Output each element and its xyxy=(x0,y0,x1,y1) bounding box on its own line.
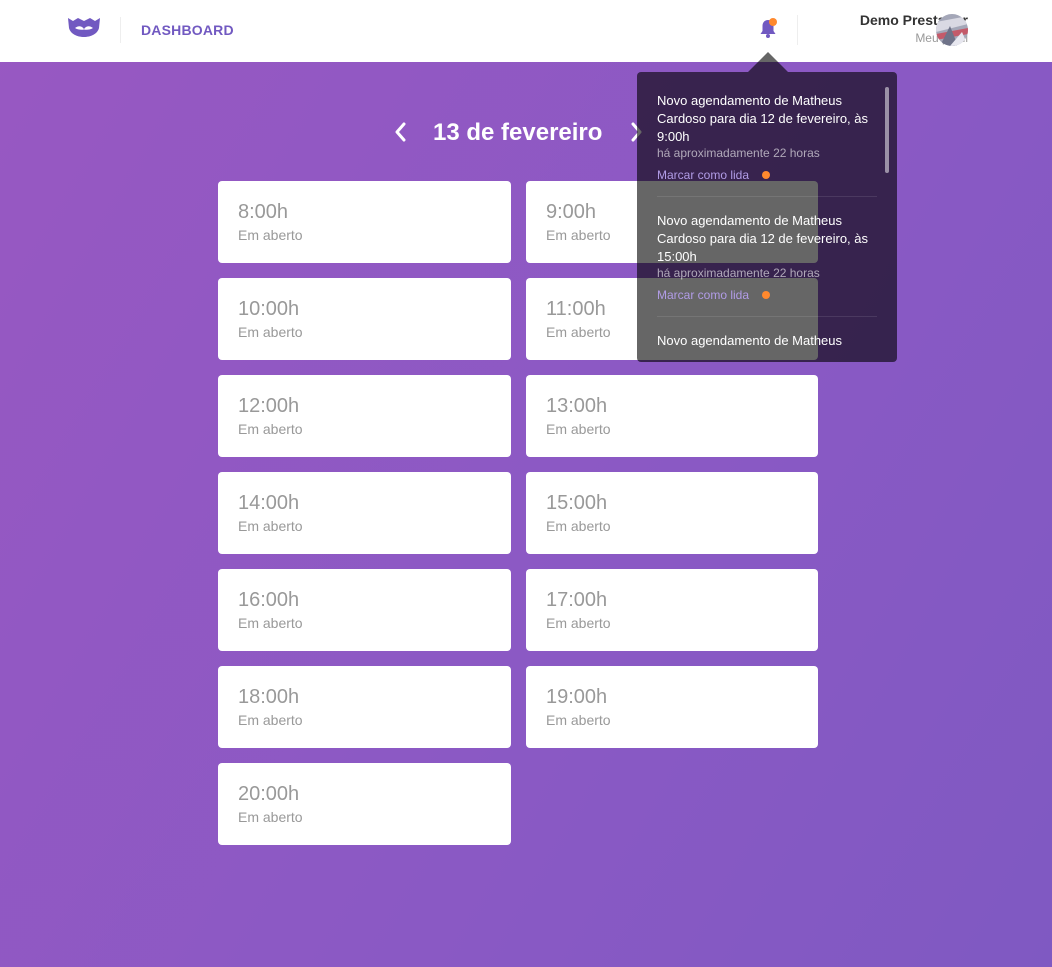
time-slot[interactable]: 19:00h Em aberto xyxy=(526,666,818,748)
time-slot[interactable]: 18:00h Em aberto xyxy=(218,666,511,748)
slot-status: Em aberto xyxy=(238,809,303,825)
notification-text: Novo agendamento de Matheus xyxy=(657,333,843,348)
time-slot[interactable]: 12:00h Em aberto xyxy=(218,375,511,457)
notification-divider xyxy=(657,196,877,197)
time-slot[interactable]: 13:00h Em aberto xyxy=(526,375,818,457)
notification-text: Novo agendamento de Matheus Cardoso para… xyxy=(657,93,869,144)
slot-time: 8:00h xyxy=(238,201,289,223)
slot-status: Em aberto xyxy=(238,518,303,534)
nav-dashboard-link[interactable]: DASHBOARD xyxy=(141,22,234,38)
slot-status: Em aberto xyxy=(238,421,303,437)
avatar[interactable] xyxy=(936,14,968,46)
avatar-image xyxy=(936,14,968,46)
slot-status: Em aberto xyxy=(238,615,303,631)
notification-time: há aproximadamente 22 horas xyxy=(657,146,820,160)
slot-time: 15:00h xyxy=(546,492,608,514)
time-slot[interactable]: 15:00h Em aberto xyxy=(526,472,818,554)
time-slot[interactable]: 14:00h Em aberto xyxy=(218,472,511,554)
header-divider xyxy=(797,15,798,45)
notification-text: Novo agendamento de Matheus Cardoso para… xyxy=(657,213,869,264)
date-navigation: 13 de fevereiro xyxy=(390,114,650,150)
slot-status: Em aberto xyxy=(546,712,611,728)
notification-item: Novo agendamento de Matheus Cardoso para… xyxy=(657,212,877,304)
notifications-button[interactable] xyxy=(756,17,780,41)
slot-time: 16:00h xyxy=(238,589,300,611)
slot-time: 12:00h xyxy=(238,395,300,417)
slot-time: 17:00h xyxy=(546,589,608,611)
popover-arrow xyxy=(748,52,788,72)
notification-divider xyxy=(657,316,877,317)
slot-status: Em aberto xyxy=(238,712,303,728)
time-slot[interactable]: 20:00h Em aberto xyxy=(218,763,511,845)
unread-badge xyxy=(769,18,777,26)
current-date-title: 13 de fevereiro xyxy=(433,119,603,146)
time-slot[interactable]: 17:00h Em aberto xyxy=(526,569,818,651)
chevron-left-icon[interactable] xyxy=(390,117,414,147)
notification-item: Novo agendamento de Matheus Cardoso para… xyxy=(657,92,877,184)
top-header: DASHBOARD Demo Prestador Meu perfil xyxy=(0,0,1052,62)
notification-time: há aproximadamente 22 horas xyxy=(657,266,820,280)
slot-time: 13:00h xyxy=(546,395,608,417)
slot-status: Em aberto xyxy=(546,421,611,437)
unread-dot xyxy=(762,171,771,179)
unread-dot xyxy=(762,291,771,299)
mark-as-read-button[interactable]: Marcar como lida xyxy=(657,168,771,182)
slot-status: Em aberto xyxy=(238,227,303,243)
time-slot[interactable]: 16:00h Em aberto xyxy=(218,569,511,651)
slot-time: 14:00h xyxy=(238,492,300,514)
notification-list[interactable]: Novo agendamento de Matheus Cardoso para… xyxy=(637,72,897,362)
notification-item: Novo agendamento de Matheus xyxy=(657,332,877,350)
notifications-popover: Novo agendamento de Matheus Cardoso para… xyxy=(637,72,897,362)
header-divider xyxy=(120,17,121,43)
mustache-logo-icon[interactable] xyxy=(66,14,102,44)
slot-time: 20:00h xyxy=(238,783,300,805)
slot-status: Em aberto xyxy=(546,615,611,631)
time-slot[interactable]: 10:00h Em aberto xyxy=(218,278,511,360)
mark-as-read-label: Marcar como lida xyxy=(657,168,750,182)
slot-status: Em aberto xyxy=(238,324,303,340)
slot-time: 18:00h xyxy=(238,686,300,708)
slot-status: Em aberto xyxy=(546,518,611,534)
mark-as-read-label: Marcar como lida xyxy=(657,288,750,302)
slot-time: 19:00h xyxy=(546,686,608,708)
time-slot[interactable]: 8:00h Em aberto xyxy=(218,181,511,263)
slot-time: 10:00h xyxy=(238,298,300,320)
mark-as-read-button[interactable]: Marcar como lida xyxy=(657,288,771,302)
popover-scrollbar[interactable] xyxy=(885,87,889,173)
